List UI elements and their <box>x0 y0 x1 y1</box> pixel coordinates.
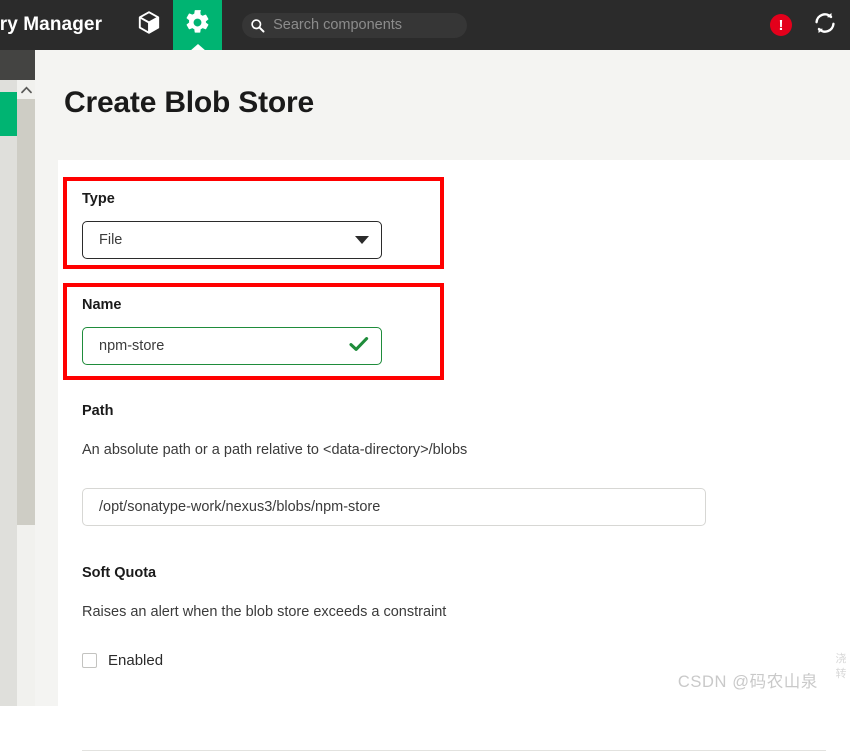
field-label-soft-quota: Soft Quota <box>82 565 157 581</box>
chevron-down-icon <box>355 236 369 244</box>
check-icon <box>349 336 369 357</box>
name-input-value: npm-store <box>99 338 165 354</box>
header-nav <box>124 0 223 50</box>
field-label-type: Type <box>82 191 115 207</box>
nav-tab-browse[interactable] <box>124 0 173 50</box>
watermark: CSDN @码农山泉 <box>677 673 818 691</box>
sidebar-rail <box>0 80 17 706</box>
search-box[interactable] <box>242 12 468 38</box>
type-select[interactable]: File <box>82 221 382 259</box>
sidebar-item-active[interactable] <box>0 92 17 136</box>
path-input-value: /opt/sonatype-work/nexus3/blobs/npm-stor… <box>99 499 381 515</box>
gear-icon <box>184 9 211 41</box>
sidebar-collapsed-header <box>0 50 35 80</box>
name-input[interactable]: npm-store <box>82 327 382 365</box>
chevron-up-icon <box>20 85 32 93</box>
path-input[interactable]: /opt/sonatype-work/nexus3/blobs/npm-stor… <box>82 488 706 526</box>
field-label-name: Name <box>82 297 122 313</box>
soft-quota-enabled-row[interactable]: Enabled <box>82 652 163 669</box>
blob-store-form-card: Type File Name npm-store Path An absolut… <box>58 160 850 751</box>
watermark-side: 浇转 <box>835 653 847 681</box>
field-description-soft-quota: Raises an alert when the blob store exce… <box>82 604 447 620</box>
scrollbar-thumb[interactable] <box>17 99 35 525</box>
search-icon <box>250 18 265 33</box>
page-body: Create Blob Store Type File Name npm-sto… <box>35 50 850 751</box>
refresh-icon[interactable] <box>812 10 838 41</box>
alert-circle-icon[interactable]: ! <box>770 14 792 36</box>
nav-tab-admin[interactable] <box>173 0 223 50</box>
soft-quota-enabled-label: Enabled <box>108 652 164 669</box>
header-actions: ! <box>770 0 838 50</box>
cube-icon <box>137 10 161 40</box>
page-title: Create Blob Store <box>64 86 314 119</box>
brand-title: ory Manager <box>0 14 103 35</box>
type-select-value: File <box>99 232 123 248</box>
soft-quota-enabled-checkbox[interactable] <box>82 653 97 668</box>
scrollbar-up-button[interactable] <box>17 80 35 99</box>
app-header: ory Manager <box>0 0 850 50</box>
field-label-path: Path <box>82 403 114 419</box>
search-input[interactable] <box>271 16 460 34</box>
field-description-path: An absolute path or a path relative to <… <box>82 442 468 458</box>
